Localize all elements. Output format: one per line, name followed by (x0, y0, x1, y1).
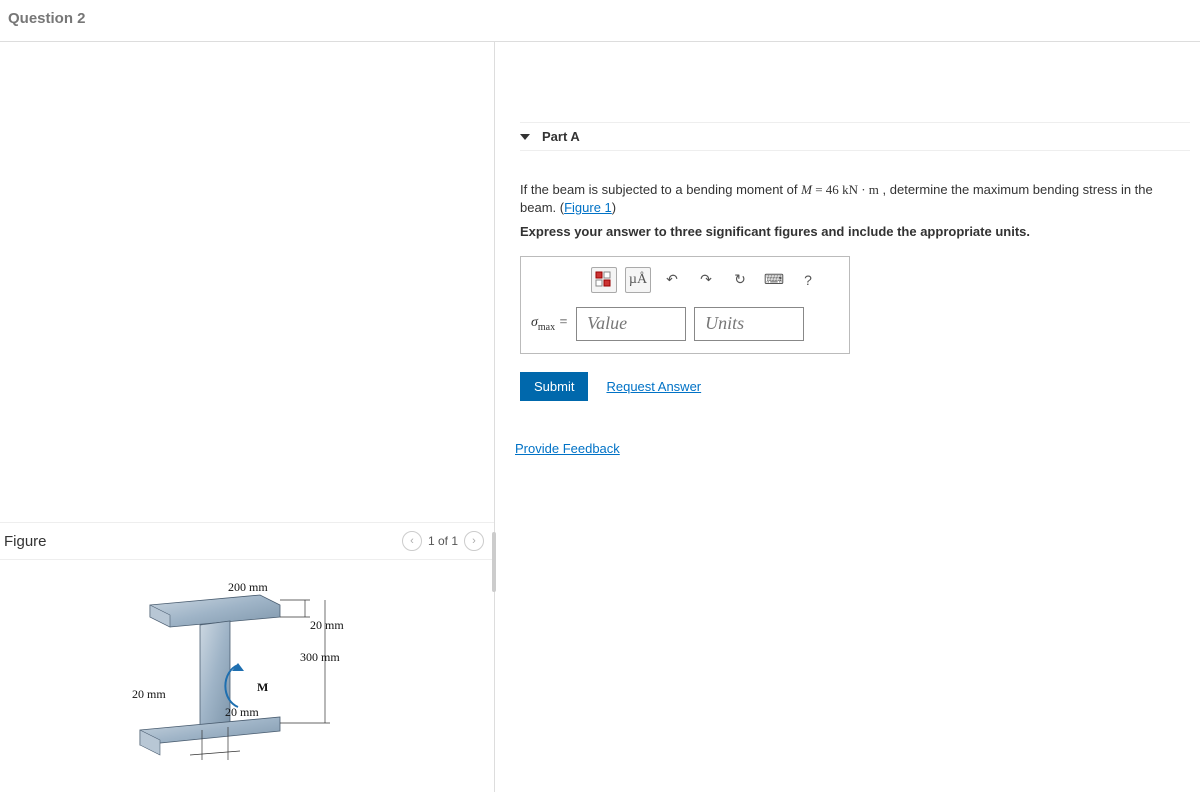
prompt-text-pre: If the beam is subjected to a bending mo… (520, 182, 801, 197)
part-header[interactable]: Part A (520, 122, 1190, 151)
dim-web-height: 300 mm (300, 650, 340, 665)
dim-top-flange-thick: 20 mm (310, 618, 344, 633)
reset-icon[interactable]: ↻ (727, 267, 753, 293)
figure-next-button[interactable]: › (464, 531, 484, 551)
action-row: Submit Request Answer (520, 372, 1190, 401)
help-icon[interactable]: ? (795, 267, 821, 293)
keyboard-icon[interactable]: ⌨ (761, 267, 787, 293)
answer-box: µÅ ↶ ↷ ↻ ⌨ ? σmax = Value Units (520, 256, 850, 354)
prompt-instruction: Express your answer to three significant… (520, 224, 1030, 239)
submit-button[interactable]: Submit (520, 372, 588, 401)
undo-icon[interactable]: ↶ (659, 267, 685, 293)
main-layout: Figure ‹ 1 of 1 › (0, 42, 1200, 792)
provide-feedback-link[interactable]: Provide Feedback (515, 441, 620, 456)
figure-canvas: 200 mm 20 mm 300 mm M 20 mm 20 mm (0, 560, 494, 780)
prompt-eq: = 46 (812, 182, 842, 197)
units-symbol-button[interactable]: µÅ (625, 267, 651, 293)
left-pane: Figure ‹ 1 of 1 › (0, 42, 495, 792)
prompt-M: M (801, 182, 812, 197)
right-pane: Part A If the beam is subjected to a ben… (495, 42, 1200, 792)
answer-row: σmax = Value Units (531, 307, 839, 341)
feedback-row: Provide Feedback (515, 441, 1190, 456)
dim-top-flange-width: 200 mm (228, 580, 268, 595)
dim-web-thick: 20 mm (225, 705, 259, 720)
question-header: Question 2 (0, 0, 1200, 42)
figure-link[interactable]: Figure 1 (564, 200, 612, 215)
dim-moment-label: M (257, 680, 268, 695)
beam-diagram (110, 575, 470, 785)
sigma-label: σmax = (531, 315, 568, 333)
value-input[interactable]: Value (576, 307, 686, 341)
sigma-sub: max (538, 321, 555, 332)
units-input[interactable]: Units (694, 307, 804, 341)
equals: = (555, 315, 568, 330)
units-placeholder: Units (705, 313, 744, 334)
sigma-symbol: σ (531, 315, 538, 330)
caret-down-icon (520, 134, 530, 140)
figure-prev-button[interactable]: ‹ (402, 531, 422, 551)
figure-pager: ‹ 1 of 1 › (402, 531, 484, 551)
pane-resize-handle[interactable] (492, 532, 496, 592)
prompt-units: kN · m (842, 182, 879, 197)
figure-title: Figure (4, 533, 47, 550)
question-title: Question 2 (8, 10, 86, 27)
template-icon[interactable] (591, 267, 617, 293)
dim-bottom-flange-left: 20 mm (132, 687, 166, 702)
part-title: Part A (542, 129, 580, 144)
value-placeholder: Value (587, 313, 627, 334)
figure-pager-label: 1 of 1 (428, 534, 458, 548)
answer-toolbar: µÅ ↶ ↷ ↻ ⌨ ? (531, 267, 839, 293)
problem-prompt: If the beam is subjected to a bending mo… (520, 181, 1190, 242)
figure-header-row: Figure ‹ 1 of 1 › (0, 522, 494, 560)
request-answer-link[interactable]: Request Answer (606, 379, 701, 394)
redo-icon[interactable]: ↷ (693, 267, 719, 293)
